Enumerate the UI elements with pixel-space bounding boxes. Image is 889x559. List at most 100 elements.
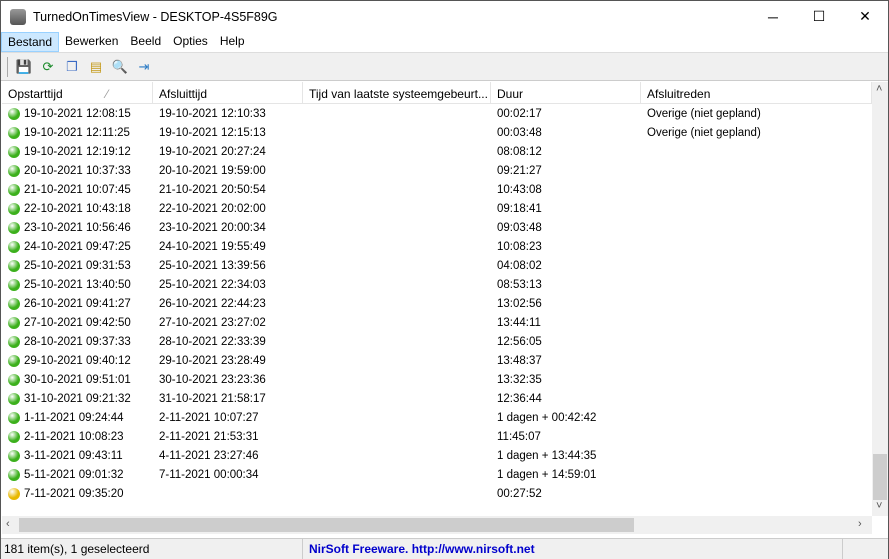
- title-bar: TurnedOnTimesView - DESKTOP-4S5F89G ─ ☐ …: [1, 1, 888, 32]
- status-green-icon: [8, 145, 20, 158]
- cell-duration: 13:44:11: [497, 316, 541, 329]
- status-green-icon: [8, 278, 20, 291]
- status-green-icon: [8, 240, 20, 253]
- minimize-button[interactable]: ─: [750, 1, 796, 32]
- cell-duration: 13:02:56: [497, 297, 542, 310]
- cell-end: 4-11-2021 23:27:46: [159, 449, 259, 462]
- table-row[interactable]: 29-10-2021 09:40:12 29-10-2021 23:28:49 13…: [2, 351, 872, 370]
- start-time: 23-10-2021 10:56:46: [24, 221, 131, 234]
- save-icon[interactable]: 💾: [15, 58, 33, 76]
- horizontal-scroll-thumb[interactable]: [19, 518, 634, 532]
- table-row[interactable]: 24-10-2021 09:47:25 24-10-2021 19:55:49 10…: [2, 237, 872, 256]
- cell-end: 2-11-2021 10:07:27: [159, 411, 259, 424]
- find-icon[interactable]: 🔍: [111, 58, 129, 76]
- cell-end: 23-10-2021 20:00:34: [159, 221, 266, 234]
- column-header-laatste-gebeurtenis[interactable]: Tijd van laatste systeemgebeurt...: [303, 82, 491, 103]
- cell-start: 22-10-2021 10:43:18: [2, 202, 153, 215]
- start-time: 26-10-2021 09:41:27: [24, 297, 131, 310]
- table-row[interactable]: 20-10-2021 10:37:33 20-10-2021 19:59:00 09…: [2, 161, 872, 180]
- column-header-duur[interactable]: Duur: [491, 82, 641, 103]
- table-row[interactable]: 30-10-2021 09:51:01 30-10-2021 23:23:36 13…: [2, 370, 872, 389]
- cell-start: 7-11-2021 09:35:20: [2, 487, 153, 500]
- cell-end: 25-10-2021 22:34:03: [159, 278, 266, 291]
- scroll-left-icon[interactable]: ‹: [6, 518, 10, 530]
- table-row[interactable]: 19-10-2021 12:11:25 19-10-2021 12:15:13 00…: [2, 123, 872, 142]
- status-green-icon: [8, 373, 20, 386]
- table-row[interactable]: 21-10-2021 10:07:45 21-10-2021 20:50:54 10…: [2, 180, 872, 199]
- table-row[interactable]: 27-10-2021 09:42:50 27-10-2021 23:27:02 13…: [2, 313, 872, 332]
- status-green-icon: [8, 259, 20, 272]
- start-time: 22-10-2021 10:43:18: [24, 202, 131, 215]
- cell-duration: 10:08:23: [497, 240, 542, 253]
- column-header-afsluitreden[interactable]: Afsluitreden: [641, 82, 872, 103]
- table-row[interactable]: 31-10-2021 09:21:32 31-10-2021 21:58:17 12…: [2, 389, 872, 408]
- status-green-icon: [8, 354, 20, 367]
- times-list[interactable]: Opstarttijd ⁄ Afsluittijd Tijd van laats…: [2, 82, 872, 516]
- start-time: 19-10-2021 12:08:15: [24, 107, 131, 120]
- cell-end: 19-10-2021 20:27:24: [159, 145, 266, 158]
- refresh-icon[interactable]: ⟳: [39, 58, 57, 76]
- cell-end: 24-10-2021 19:55:49: [159, 240, 266, 253]
- table-row[interactable]: 2-11-2021 10:08:23 2-11-2021 21:53:31 11:4…: [2, 427, 872, 446]
- column-header-opstarttijd[interactable]: Opstarttijd ⁄: [2, 82, 153, 103]
- properties-icon[interactable]: ▤: [87, 58, 105, 76]
- table-row[interactable]: 5-11-2021 09:01:32 7-11-2021 00:00:34 1 da…: [2, 465, 872, 484]
- cell-end: 22-10-2021 20:02:00: [159, 202, 266, 215]
- status-green-icon: [8, 411, 20, 424]
- cell-duration: 09:03:48: [497, 221, 542, 234]
- cell-end: 19-10-2021 12:15:13: [159, 126, 266, 139]
- column-header-afsluittijd[interactable]: Afsluittijd: [153, 82, 303, 103]
- table-row[interactable]: 25-10-2021 09:31:53 25-10-2021 13:39:56 04…: [2, 256, 872, 275]
- cell-duration: 04:08:02: [497, 259, 542, 272]
- copy-icon[interactable]: ❐: [63, 58, 81, 76]
- exit-icon[interactable]: ⇥: [135, 58, 153, 76]
- table-row[interactable]: 3-11-2021 09:43:11 4-11-2021 23:27:46 1 da…: [2, 446, 872, 465]
- cell-end: 20-10-2021 19:59:00: [159, 164, 266, 177]
- table-row[interactable]: 19-10-2021 12:08:15 19-10-2021 12:10:33 00…: [2, 104, 872, 123]
- cell-duration: 08:08:12: [497, 145, 542, 158]
- menu-bestand[interactable]: Bestand: [1, 32, 60, 52]
- cell-reason: Overige (niet gepland): [647, 107, 761, 120]
- close-button[interactable]: ✕: [842, 1, 888, 32]
- cell-end: 31-10-2021 21:58:17: [159, 392, 266, 405]
- status-green-icon: [8, 316, 20, 329]
- menu-help[interactable]: Help: [214, 32, 251, 52]
- menu-bewerken[interactable]: Bewerken: [59, 32, 124, 52]
- table-row[interactable]: 26-10-2021 09:41:27 26-10-2021 22:44:23 13…: [2, 294, 872, 313]
- table-row[interactable]: 22-10-2021 10:43:18 22-10-2021 20:02:00 09…: [2, 199, 872, 218]
- table-row[interactable]: 1-11-2021 09:24:44 2-11-2021 10:07:27 1 da…: [2, 408, 872, 427]
- horizontal-scrollbar[interactable]: ‹ ›: [2, 516, 872, 534]
- table-row[interactable]: 23-10-2021 10:56:46 23-10-2021 20:00:34 09…: [2, 218, 872, 237]
- cell-duration: 12:36:44: [497, 392, 542, 405]
- status-green-icon: [8, 164, 20, 177]
- cell-end: 27-10-2021 23:27:02: [159, 316, 266, 329]
- column-label: Opstarttijd: [8, 87, 63, 101]
- vertical-scroll-thumb[interactable]: [873, 454, 887, 500]
- start-time: 2-11-2021 10:08:23: [24, 430, 124, 443]
- cell-start: 31-10-2021 09:21:32: [2, 392, 153, 405]
- start-time: 27-10-2021 09:42:50: [24, 316, 131, 329]
- cell-duration: 11:45:07: [497, 430, 541, 443]
- table-row[interactable]: 7-11-2021 09:35:20 00:27:52: [2, 484, 872, 503]
- start-time: 24-10-2021 09:47:25: [24, 240, 131, 253]
- cell-start: 24-10-2021 09:47:25: [2, 240, 153, 253]
- table-row[interactable]: 19-10-2021 12:19:12 19-10-2021 20:27:24 08…: [2, 142, 872, 161]
- scroll-down-icon[interactable]: ˅: [876, 500, 882, 512]
- scroll-right-icon[interactable]: ›: [858, 518, 862, 530]
- cell-reason: Overige (niet gepland): [647, 126, 761, 139]
- app-icon: [10, 8, 26, 25]
- cell-start: 30-10-2021 09:51:01: [2, 373, 153, 386]
- vertical-scrollbar[interactable]: ˄ ˅: [872, 82, 888, 516]
- cell-start: 5-11-2021 09:01:32: [2, 468, 153, 481]
- table-row[interactable]: 28-10-2021 09:37:33 28-10-2021 22:33:39 12…: [2, 332, 872, 351]
- window-title: TurnedOnTimesView - DESKTOP-4S5F89G: [33, 9, 278, 24]
- menu-opties[interactable]: Opties: [167, 32, 214, 52]
- toolbar: 💾 ⟳ ❐ ▤ 🔍 ⇥: [1, 52, 888, 81]
- menu-beeld[interactable]: Beeld: [124, 32, 167, 52]
- table-row[interactable]: 25-10-2021 13:40:50 25-10-2021 22:34:03 08…: [2, 275, 872, 294]
- scroll-up-icon[interactable]: ˄: [876, 83, 882, 95]
- maximize-button[interactable]: ☐: [796, 1, 842, 32]
- cell-end: 26-10-2021 22:44:23: [159, 297, 266, 310]
- cell-duration: 12:56:05: [497, 335, 542, 348]
- nirsoft-link[interactable]: NirSoft Freeware. http://www.nirsoft.net: [303, 539, 843, 559]
